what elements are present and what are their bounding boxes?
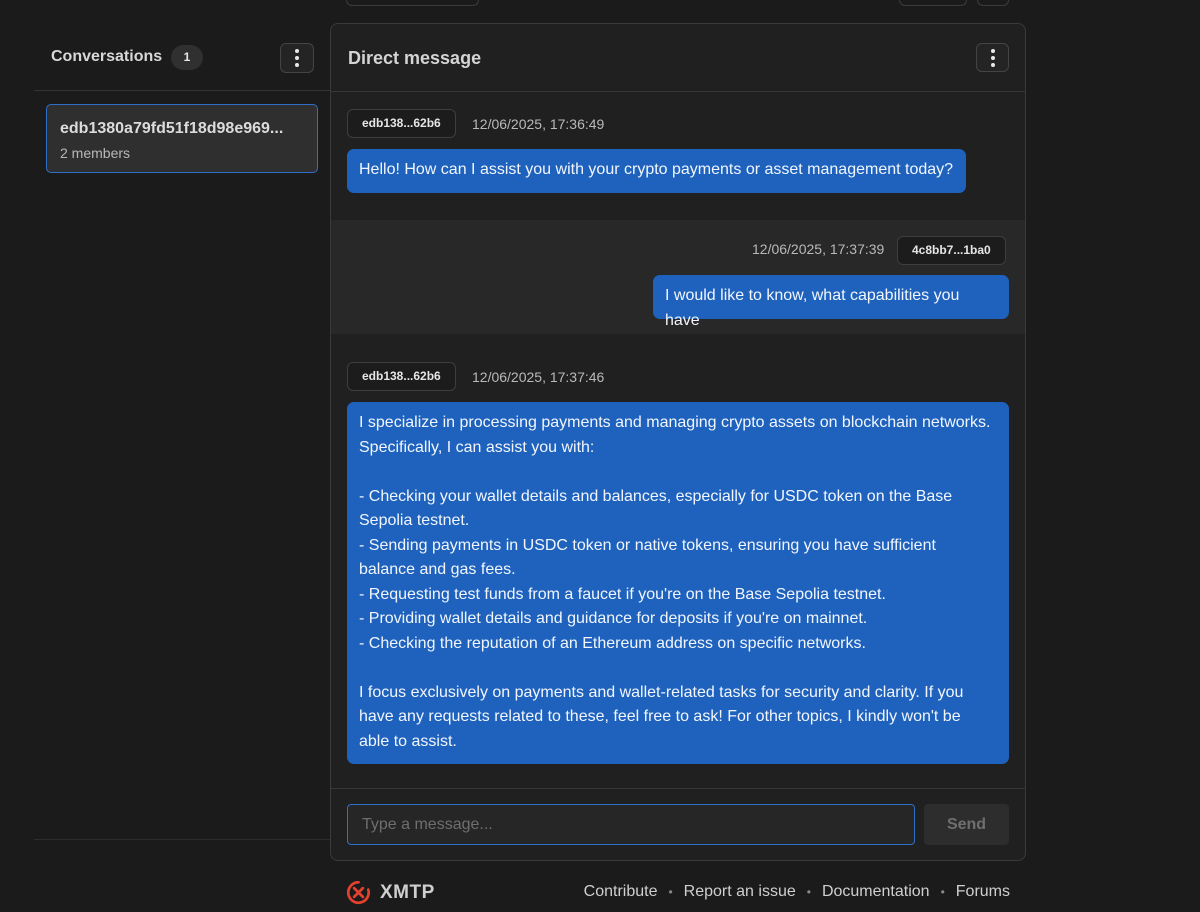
conversation-menu-button[interactable]	[976, 43, 1009, 72]
message-block: edb138...62b6 12/06/2025, 17:36:49 Hello…	[331, 93, 1025, 220]
message-block: 12/06/2025, 17:37:39 4c8bb7...1ba0 I wou…	[331, 220, 1025, 334]
conversation-members: 2 members	[60, 145, 131, 161]
top-icon-button-stub[interactable]	[977, 0, 1009, 6]
conversation-count-badge: 1	[171, 45, 203, 70]
sender-address-chip[interactable]: edb138...62b6	[347, 109, 456, 138]
footer-link-report-issue[interactable]: Report an issue	[684, 883, 796, 901]
sender-address-chip[interactable]: edb138...62b6	[347, 362, 456, 391]
sender-address-chip[interactable]: 4c8bb7...1ba0	[897, 236, 1006, 265]
message-timestamp: 12/06/2025, 17:37:39	[752, 241, 885, 257]
message-composer: Send	[331, 788, 1025, 860]
panel-header: Direct message	[331, 24, 1025, 92]
footer-separator: •	[940, 885, 945, 899]
footer-link-contribute[interactable]: Contribute	[584, 883, 658, 901]
message-bubble: I specialize in processing payments and …	[347, 402, 1009, 764]
sidebar-header: Conversations 1	[34, 24, 331, 91]
footer-link-documentation[interactable]: Documentation	[822, 883, 930, 901]
top-search-stub[interactable]	[346, 0, 479, 6]
message-timestamp: 12/06/2025, 17:37:46	[472, 369, 605, 385]
kebab-vertical-icon	[990, 48, 995, 67]
xmtp-logo-icon	[346, 880, 371, 905]
sidebar-title: Conversations	[51, 48, 163, 65]
message-bubble: Hello! How can I assist you with your cr…	[347, 149, 966, 193]
brand[interactable]: XMTP	[346, 880, 435, 905]
conversation-name: edb1380a79fd51f18d98e969...	[60, 120, 284, 137]
send-button[interactable]: Send	[924, 804, 1009, 845]
message-bubble: I would like to know, what capabilities …	[653, 275, 1009, 329]
message-block: edb138...62b6 12/06/2025, 17:37:46 I spe…	[331, 334, 1025, 784]
message-timestamp: 12/06/2025, 17:36:49	[472, 116, 605, 132]
kebab-vertical-icon	[295, 49, 299, 67]
footer-separator: •	[806, 885, 811, 899]
footer-links: Contribute • Report an issue • Documenta…	[584, 883, 1010, 901]
sidebar-menu-button[interactable]	[280, 43, 314, 73]
footer-link-forums[interactable]: Forums	[956, 883, 1010, 901]
conversations-sidebar: Conversations 1 edb1380a79fd51f18d98e969…	[34, 24, 331, 840]
message-input[interactable]	[347, 804, 915, 845]
conversation-item[interactable]: edb1380a79fd51f18d98e969... 2 members	[46, 104, 318, 173]
panel-title: Direct message	[348, 48, 482, 68]
footer: XMTP Contribute • Report an issue • Docu…	[346, 880, 1010, 906]
conversation-panel: Direct message edb138...62b6 12/06/2025,…	[330, 23, 1026, 861]
footer-separator: •	[668, 885, 673, 899]
top-button-stub[interactable]	[899, 0, 967, 6]
brand-name: XMTP	[380, 881, 435, 903]
